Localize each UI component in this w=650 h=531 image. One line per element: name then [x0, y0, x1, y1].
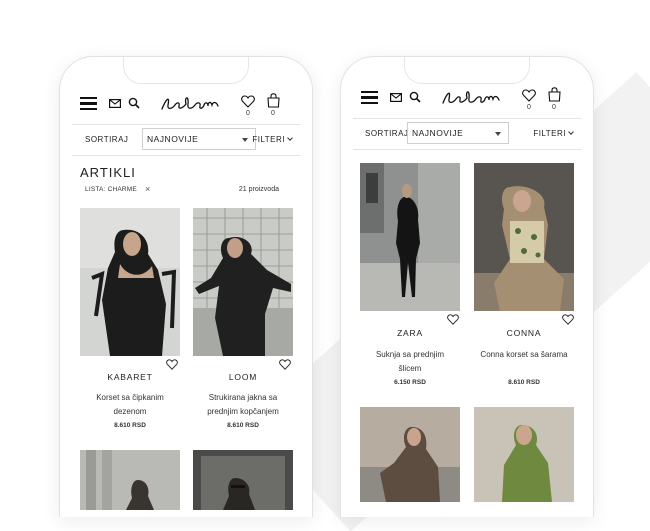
product-name[interactable]: Conna korset sa šarama — [474, 348, 574, 362]
product-price: 8.610 RSD — [227, 422, 259, 429]
mail-icon[interactable] — [390, 93, 402, 102]
phone-mockup-left: 0 0 SORTIRAJ NAJNOVIJE FILTERI ARTIKLI L… — [59, 56, 313, 517]
bag-icon[interactable] — [267, 93, 280, 108]
chevron-down-icon — [568, 129, 574, 135]
phone-notch — [404, 57, 530, 84]
product-image[interactable] — [360, 163, 460, 311]
search-icon[interactable] — [409, 91, 421, 103]
product-name-line: šlicem — [398, 364, 422, 373]
product-name-line: Korset sa čipkanim — [96, 393, 164, 402]
product-name[interactable]: Strukirana jakna sa prednjim kopčanjem — [193, 391, 293, 419]
brand-logo[interactable] — [156, 91, 222, 115]
filter-button[interactable]: FILTERI — [533, 129, 574, 138]
sort-select[interactable]: NAJNOVIJE — [142, 128, 256, 150]
site-header: 0 0 — [341, 87, 593, 111]
product-image[interactable] — [474, 407, 574, 502]
heart-icon[interactable] — [241, 95, 255, 108]
dropdown-caret-icon — [495, 132, 501, 136]
product-brand: KABARET — [107, 372, 153, 382]
sort-filter-bar: SORTIRAJ NAJNOVIJE FILTERI — [353, 118, 581, 150]
sort-filter-bar: SORTIRAJ NAJNOVIJE FILTERI — [72, 124, 300, 156]
filter-label: FILTERI — [252, 135, 285, 144]
phone-notch — [123, 57, 249, 84]
product-name-line: Suknja sa prednjim — [375, 350, 445, 359]
heart-icon[interactable] — [166, 359, 178, 370]
page-title: ARTIKLI — [80, 165, 136, 180]
product-name-line: dezenom — [113, 407, 147, 416]
active-filter-chip: LISTA: CHARME — [85, 186, 137, 193]
result-count: 21 proizvoda — [238, 186, 279, 193]
heart-icon[interactable] — [279, 359, 291, 370]
wishlist-count: 0 — [246, 110, 250, 117]
product-image[interactable] — [360, 407, 460, 502]
phone-mockup-right: 0 0 SORTIRAJ NAJNOVIJE FILTERI ZARA Sukn… — [340, 56, 594, 517]
product-price: 8.610 RSD — [114, 422, 146, 429]
sort-select[interactable]: NAJNOVIJE — [407, 122, 509, 144]
product-brand: CONNA — [506, 328, 542, 338]
product-name[interactable]: Suknja sa prednjim šlicem — [360, 348, 460, 376]
product-name-line: prednjim kopčanjem — [207, 407, 279, 416]
menu-icon[interactable] — [361, 91, 378, 105]
product-price: 6.150 RSD — [394, 379, 426, 386]
product-image[interactable] — [80, 450, 180, 510]
product-brand: ZARA — [397, 328, 423, 338]
site-header: 0 0 — [60, 93, 312, 117]
close-icon[interactable]: × — [145, 184, 150, 194]
product-price: 8.610 RSD — [508, 379, 540, 386]
cart-count: 0 — [552, 104, 556, 111]
product-image[interactable] — [193, 208, 293, 356]
product-image[interactable] — [80, 208, 180, 356]
product-name-line: Strukirana jakna sa — [208, 393, 278, 402]
brand-logo[interactable] — [437, 85, 503, 109]
heart-icon[interactable] — [522, 89, 536, 102]
sort-label: SORTIRAJ — [85, 135, 129, 144]
filter-button[interactable]: FILTERI — [252, 135, 293, 144]
chevron-down-icon — [287, 135, 293, 141]
dropdown-caret-icon — [242, 138, 248, 142]
menu-icon[interactable] — [80, 97, 97, 111]
product-image[interactable] — [474, 163, 574, 311]
mail-icon[interactable] — [109, 99, 121, 108]
product-brand: LOOM — [228, 372, 258, 382]
sort-selected-value: NAJNOVIJE — [147, 134, 199, 144]
heart-icon[interactable] — [447, 314, 459, 325]
cart-count: 0 — [271, 110, 275, 117]
bag-icon[interactable] — [548, 87, 561, 102]
sort-label: SORTIRAJ — [365, 129, 409, 138]
search-icon[interactable] — [128, 97, 140, 109]
filter-label: FILTERI — [533, 129, 566, 138]
product-name-line: Conna korset sa šarama — [480, 350, 568, 359]
product-name[interactable]: Korset sa čipkanim dezenom — [80, 391, 180, 419]
wishlist-count: 0 — [527, 104, 531, 111]
sort-selected-value: NAJNOVIJE — [412, 128, 464, 138]
product-image[interactable] — [193, 450, 293, 510]
heart-icon[interactable] — [562, 314, 574, 325]
